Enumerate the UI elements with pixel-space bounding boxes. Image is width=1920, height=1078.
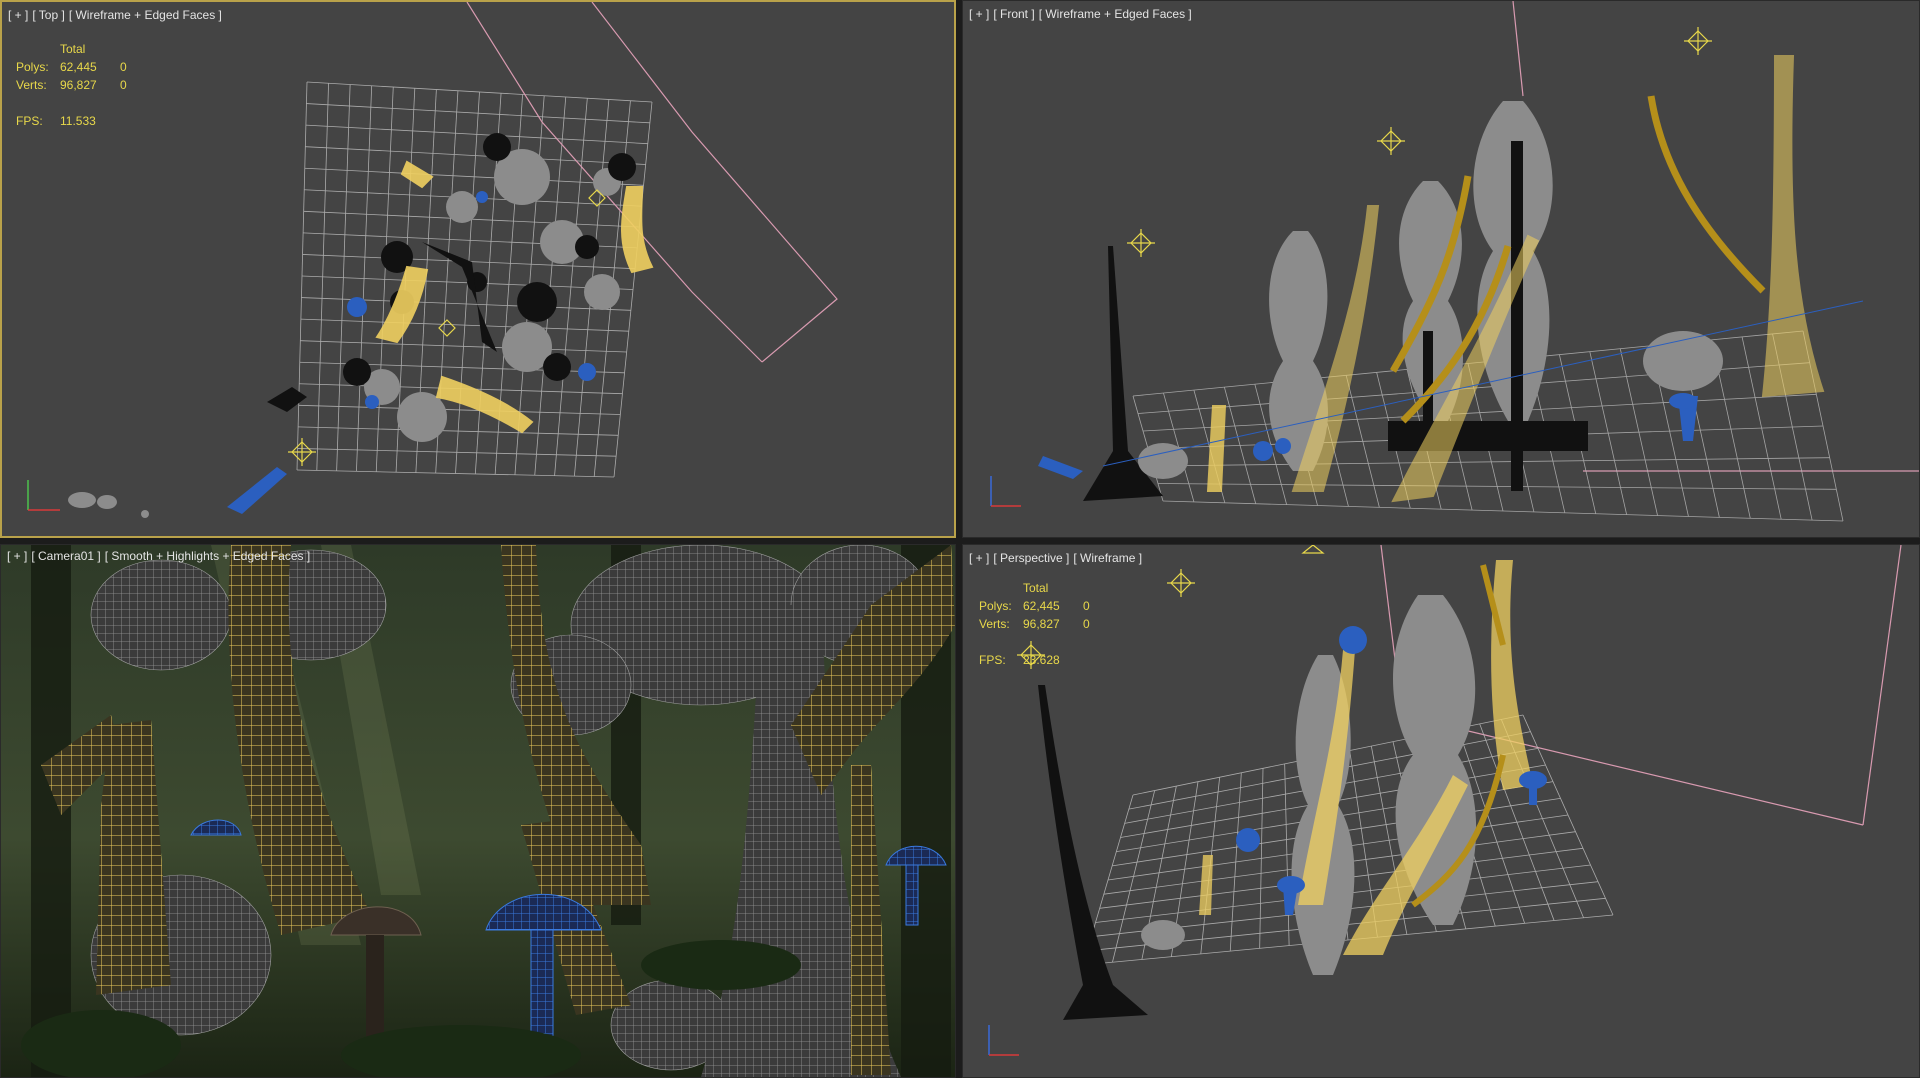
viewport-shading-menu[interactable]: [ Wireframe ] [1073,551,1142,565]
viewport-shading-menu[interactable]: [ Wireframe + Edged Faces ] [1039,7,1192,21]
viewport-label-camera[interactable]: [ + ] [ Camera01 ] [ Smooth + Highlights +… [7,549,314,563]
viewport-label-perspective[interactable]: [ + ] [ Perspective ] [ Wireframe ] [969,551,1146,565]
viewport-perspective[interactable]: [ + ] [ Perspective ] [ Wireframe ] Total … [962,544,1920,1078]
verts-value: 96,827 [60,78,97,92]
fps-value: 11.533 [60,114,96,128]
viewport-view-menu[interactable]: [ Top ] [32,8,64,22]
polys-value: 62,445 [1023,599,1060,613]
polys-selected: 0 [1083,599,1090,613]
fps-label: FPS: [979,653,1006,667]
viewport-label-front[interactable]: [ + ] [ Front ] [ Wireframe + Edged Faces … [969,7,1196,21]
viewport-front[interactable]: [ + ] [ Front ] [ Wireframe + Edged Faces … [962,0,1920,538]
statistics-overlay-top: Total Polys: 62,445 0 Verts: 96,827 0 FP… [16,42,166,132]
stats-header: Total [1023,581,1049,595]
verts-selected: 0 [120,78,127,92]
stats-header: Total [60,42,86,56]
viewport-plus-menu[interactable]: [ + ] [969,7,989,21]
viewport-plus-menu[interactable]: [ + ] [969,551,989,565]
verts-label: Verts: [16,78,47,92]
statistics-overlay-perspective: Total Polys: 62,445 0 Verts: 96,827 0 FP… [979,581,1129,671]
fps-value: 23.628 [1023,653,1060,667]
front-scene [1038,1,1919,522]
polys-label: Polys: [16,60,49,74]
fps-label: FPS: [16,114,43,128]
viewport-view-menu[interactable]: [ Camera01 ] [31,549,100,563]
viewport-plus-menu[interactable]: [ + ] [7,549,27,563]
viewport-top[interactable]: [ + ][ Top ][ Wireframe + Edged Faces ] … [0,0,956,538]
camera-scene [1,545,955,1077]
polys-value: 62,445 [60,60,97,74]
viewport-camera[interactable]: [ + ] [ Camera01 ] [ Smooth + Highlights +… [0,544,956,1078]
verts-label: Verts: [979,617,1010,631]
axis-tripod-icon [988,1025,1019,1056]
viewport-shading-menu[interactable]: [ Wireframe + Edged Faces ] [69,8,222,22]
viewport-view-menu[interactable]: [ Front ] [993,7,1034,21]
axis-tripod-icon [990,476,1021,507]
viewport-shading-menu[interactable]: [ Smooth + Highlights + Edged Faces ] [105,549,310,563]
verts-selected: 0 [1083,617,1090,631]
verts-value: 96,827 [1023,617,1060,631]
polys-selected: 0 [120,60,127,74]
viewport-label-top[interactable]: [ + ] [ Top ] [ Wireframe + Edged Faces ] [8,8,226,22]
axis-tripod-icon [27,480,60,511]
viewport-view-menu[interactable]: [ Perspective ] [993,551,1069,565]
viewport-plus-menu[interactable]: [ + ] [8,8,28,22]
polys-label: Polys: [979,599,1012,613]
